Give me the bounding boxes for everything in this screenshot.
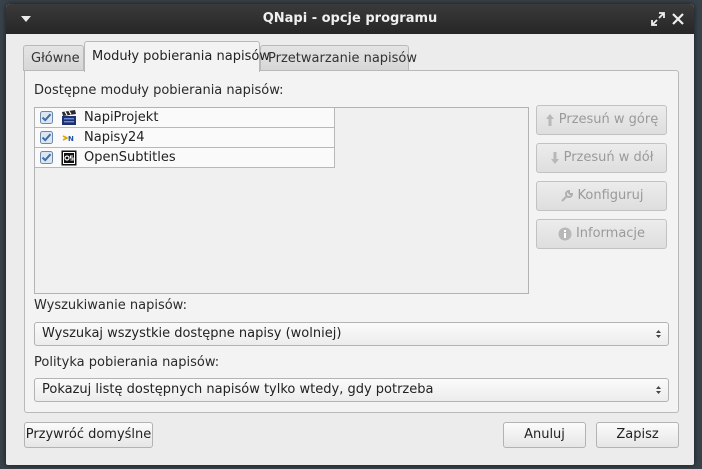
cancel-button[interactable]: Anuluj	[503, 422, 586, 448]
list-item-napisy24[interactable]: N Napisy24	[35, 128, 335, 148]
info-button[interactable]: Informacje	[536, 219, 667, 249]
svg-text:N: N	[68, 135, 74, 143]
titlebar[interactable]: QNapi - opcje programu	[6, 4, 694, 34]
settings-window: QNapi - opcje programu Główne Moduły pob…	[6, 4, 694, 465]
configure-label: Konfiguruj	[577, 188, 644, 203]
move-up-label: Przesuń w górę	[558, 112, 659, 127]
tab-subtitle-processing[interactable]: Przetwarzanie napisów	[260, 45, 417, 71]
info-icon	[558, 227, 572, 240]
move-up-button[interactable]: Przesuń w górę	[536, 105, 667, 135]
modules-list[interactable]: NapiProjekt N Napisy24 OpenSubtitles	[34, 107, 529, 294]
arrow-down-icon	[550, 151, 559, 164]
move-down-button[interactable]: Przesuń w dół	[536, 143, 667, 173]
checkbox-napisy24[interactable]	[40, 131, 53, 144]
maximize-icon[interactable]	[651, 12, 665, 26]
restore-defaults-button[interactable]: Przywróć domyślne	[24, 422, 153, 448]
module-name: NapiProjekt	[84, 110, 159, 125]
napisy24-icon: N	[62, 135, 74, 143]
list-item-napiprojekt[interactable]: NapiProjekt	[35, 108, 335, 128]
tab-download-modules[interactable]: Moduły pobierania napisów	[84, 41, 270, 72]
module-name: Napisy24	[84, 130, 145, 145]
updown-arrows-icon	[656, 330, 661, 338]
search-mode-value: Wyszukaj wszystkie dostępne napisy (woln…	[42, 326, 342, 341]
checkbox-opensubtitles[interactable]	[40, 151, 53, 164]
clapperboard-icon	[62, 110, 76, 125]
download-policy-select[interactable]: Pokazuj listę dostępnych napisów tylko w…	[34, 378, 669, 402]
move-down-label: Przesuń w dół	[563, 150, 654, 165]
configure-button[interactable]: Konfiguruj	[536, 181, 667, 211]
wrench-icon	[560, 189, 573, 202]
module-name: OpenSubtitles	[84, 150, 176, 165]
search-mode-select[interactable]: Wyszukaj wszystkie dostępne napisy (woln…	[34, 322, 669, 346]
save-button[interactable]: Zapisz	[596, 422, 679, 448]
arrow-up-icon	[545, 113, 554, 126]
search-label: Wyszukiwanie napisów:	[34, 298, 187, 313]
close-icon[interactable]	[671, 12, 685, 26]
modules-label: Dostępne moduły pobierania napisów:	[34, 83, 284, 98]
tab-general[interactable]: Główne	[23, 45, 84, 71]
list-item-opensubtitles[interactable]: OpenSubtitles	[35, 148, 335, 168]
info-label: Informacje	[575, 226, 646, 241]
window-title: QNapi - opcje programu	[262, 11, 438, 26]
checkbox-napiprojekt[interactable]	[40, 111, 53, 124]
download-policy-value: Pokazuj listę dostępnych napisów tylko w…	[42, 382, 434, 397]
opensubtitles-icon	[61, 150, 77, 166]
updown-arrows-icon	[656, 386, 661, 394]
policy-label: Polityka pobierania napisów:	[34, 355, 220, 370]
